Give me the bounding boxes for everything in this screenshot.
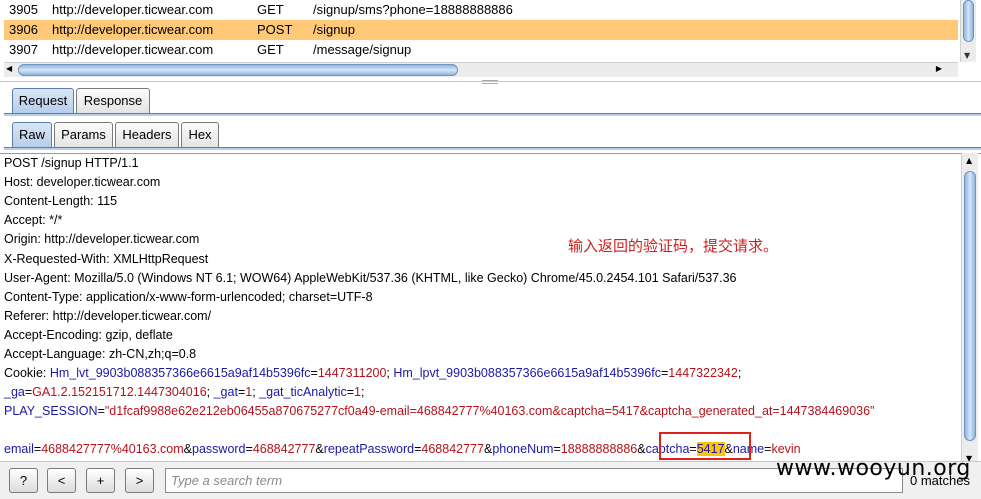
param-name: password xyxy=(192,441,246,456)
equals-sign: = xyxy=(553,441,561,456)
param-value: 468842777 xyxy=(252,441,316,456)
separator: ; xyxy=(361,385,365,400)
tab-underline xyxy=(4,113,981,116)
tab-underline xyxy=(4,147,981,150)
equals-sign: = xyxy=(310,366,318,381)
captcha-highlight-box xyxy=(659,432,751,460)
table-row[interactable]: 3905 http://developer.ticwear.com GET/sign… xyxy=(4,0,958,20)
request-line: Host: developer.ticwear.com xyxy=(4,175,161,190)
separator: ; xyxy=(737,366,742,381)
pane-splitter-handle[interactable] xyxy=(482,80,498,84)
tab-headers[interactable]: Headers xyxy=(115,122,179,147)
scroll-left-arrow-icon[interactable]: ◀ xyxy=(6,64,12,73)
request-host: http://developer.ticwear.com xyxy=(52,42,214,57)
request-line: X-Requested-With: XMLHttpRequest xyxy=(4,251,209,266)
equals-sign: = xyxy=(97,404,105,419)
tab-response[interactable]: Response xyxy=(76,88,150,113)
request-id: 3907 xyxy=(9,42,38,57)
request-line: Content-Type: application/x-www-form-url… xyxy=(4,289,373,304)
cookie-line: _ga=GA1.2.152151712.1447304016; _gat=1; … xyxy=(4,383,364,402)
param-value: 1447311200 xyxy=(317,366,387,381)
param-value: 4688427777%40163.com xyxy=(41,441,184,456)
request-host: http://developer.ticwear.com xyxy=(52,2,214,17)
history-vertical-scrollbar[interactable]: ▼ xyxy=(960,0,976,62)
request-id: 3906 xyxy=(9,22,38,37)
scroll-down-arrow-icon[interactable]: ▼ xyxy=(964,51,970,60)
scrollbar-thumb[interactable] xyxy=(963,0,974,42)
param-name: _ga xyxy=(4,385,25,400)
scrollbar-thumb[interactable] xyxy=(18,64,458,76)
tab-raw[interactable]: Raw xyxy=(12,122,52,147)
history-table: 3905 http://developer.ticwear.com GET/sign… xyxy=(0,0,981,84)
scroll-right-arrow-icon[interactable]: ▶ xyxy=(936,64,942,73)
equals-sign: = xyxy=(245,441,253,456)
separator: ; xyxy=(206,385,214,400)
separator: & xyxy=(315,441,324,456)
param-value: 1 xyxy=(354,385,361,400)
scrollbar-thumb[interactable] xyxy=(964,171,976,441)
equals-sign: = xyxy=(346,385,355,400)
request-host: http://developer.ticwear.com xyxy=(52,22,214,37)
request-line: User-Agent: Mozilla/5.0 (Windows NT 6.1;… xyxy=(4,270,737,285)
cookie-line: PLAY_SESSION="d1fcaf9988e62e212eb06455a8… xyxy=(4,402,875,421)
param-value: kevin xyxy=(771,441,801,456)
tab-params[interactable]: Params xyxy=(54,122,113,147)
param-name: Hm_lvt_9903b088357366e6615a9af14b5396fc xyxy=(49,366,311,381)
history-horizontal-scrollbar[interactable]: ◀ ▶ xyxy=(4,62,958,77)
request-url: /signup/sms?phone=18888888886 xyxy=(313,2,513,17)
tab-hex[interactable]: Hex xyxy=(181,122,219,147)
request-url: /message/signup xyxy=(313,42,412,57)
tab-request[interactable]: Request xyxy=(12,88,74,113)
param-name: repeatPassword xyxy=(323,441,415,456)
request-line: Content-Length: 115 xyxy=(4,194,118,209)
request-method: GET xyxy=(257,2,284,17)
request-line: Referer: http://developer.ticwear.com/ xyxy=(4,308,212,323)
param-value: GA1.2.152151712.1447304016 xyxy=(32,385,207,400)
param-value: 468842777 xyxy=(421,441,484,456)
param-name: _gat xyxy=(213,385,238,400)
cookie-line: Cookie: Hm_lvt_9903b088357366e6615a9af14… xyxy=(4,364,741,383)
param-name: phoneNum xyxy=(492,441,554,456)
add-button[interactable]: + xyxy=(86,468,115,493)
request-line: Accept-Language: zh-CN,zh;q=0.8 xyxy=(4,347,197,361)
request-url: /signup xyxy=(313,22,355,37)
request-line: Origin: http://developer.ticwear.com xyxy=(4,232,200,247)
param-value: "d1fcaf9988e62e212eb06455a870675277cf0a4… xyxy=(104,404,875,419)
scroll-up-arrow-icon[interactable]: ▲ xyxy=(966,156,972,165)
request-line: Accept: */* xyxy=(4,213,63,228)
request-id: 3905 xyxy=(9,2,38,17)
editor-vertical-scrollbar[interactable]: ▲ ▼ xyxy=(961,153,978,466)
separator: & xyxy=(637,441,646,456)
request-line: POST /signup HTTP/1.1 xyxy=(4,156,139,170)
watermark: www.wooyun.org xyxy=(776,456,971,481)
help-button[interactable]: ? xyxy=(9,468,38,493)
cookie-label: Cookie: xyxy=(4,366,50,381)
param-name: _gat_ticAnalytic xyxy=(259,385,347,400)
request-line: Accept-Encoding: gzip, deflate xyxy=(4,327,173,342)
previous-match-button[interactable]: < xyxy=(47,468,76,493)
param-name: Hm_lpvt_9903b088357366e6615a9af14b5396fc xyxy=(393,366,661,381)
param-name: email xyxy=(4,441,34,456)
param-value: 18888888886 xyxy=(560,441,638,456)
request-method: POST xyxy=(257,22,293,37)
request-method: GET xyxy=(257,42,284,57)
next-match-button[interactable]: > xyxy=(125,468,154,493)
raw-request-editor[interactable]: POST /signup HTTP/1.1 Host: developer.tic… xyxy=(0,153,981,461)
param-name: PLAY_SESSION xyxy=(4,404,98,419)
separator: & xyxy=(183,441,193,456)
annotation-text: 输入返回的验证码，提交请求。 xyxy=(568,237,779,255)
param-value: 1447322342 xyxy=(668,366,738,381)
table-row[interactable]: 3906 http://developer.ticwear.com POST/sig… xyxy=(4,20,958,40)
table-row[interactable]: 3907 http://developer.ticwear.com GET/mess… xyxy=(4,40,958,60)
